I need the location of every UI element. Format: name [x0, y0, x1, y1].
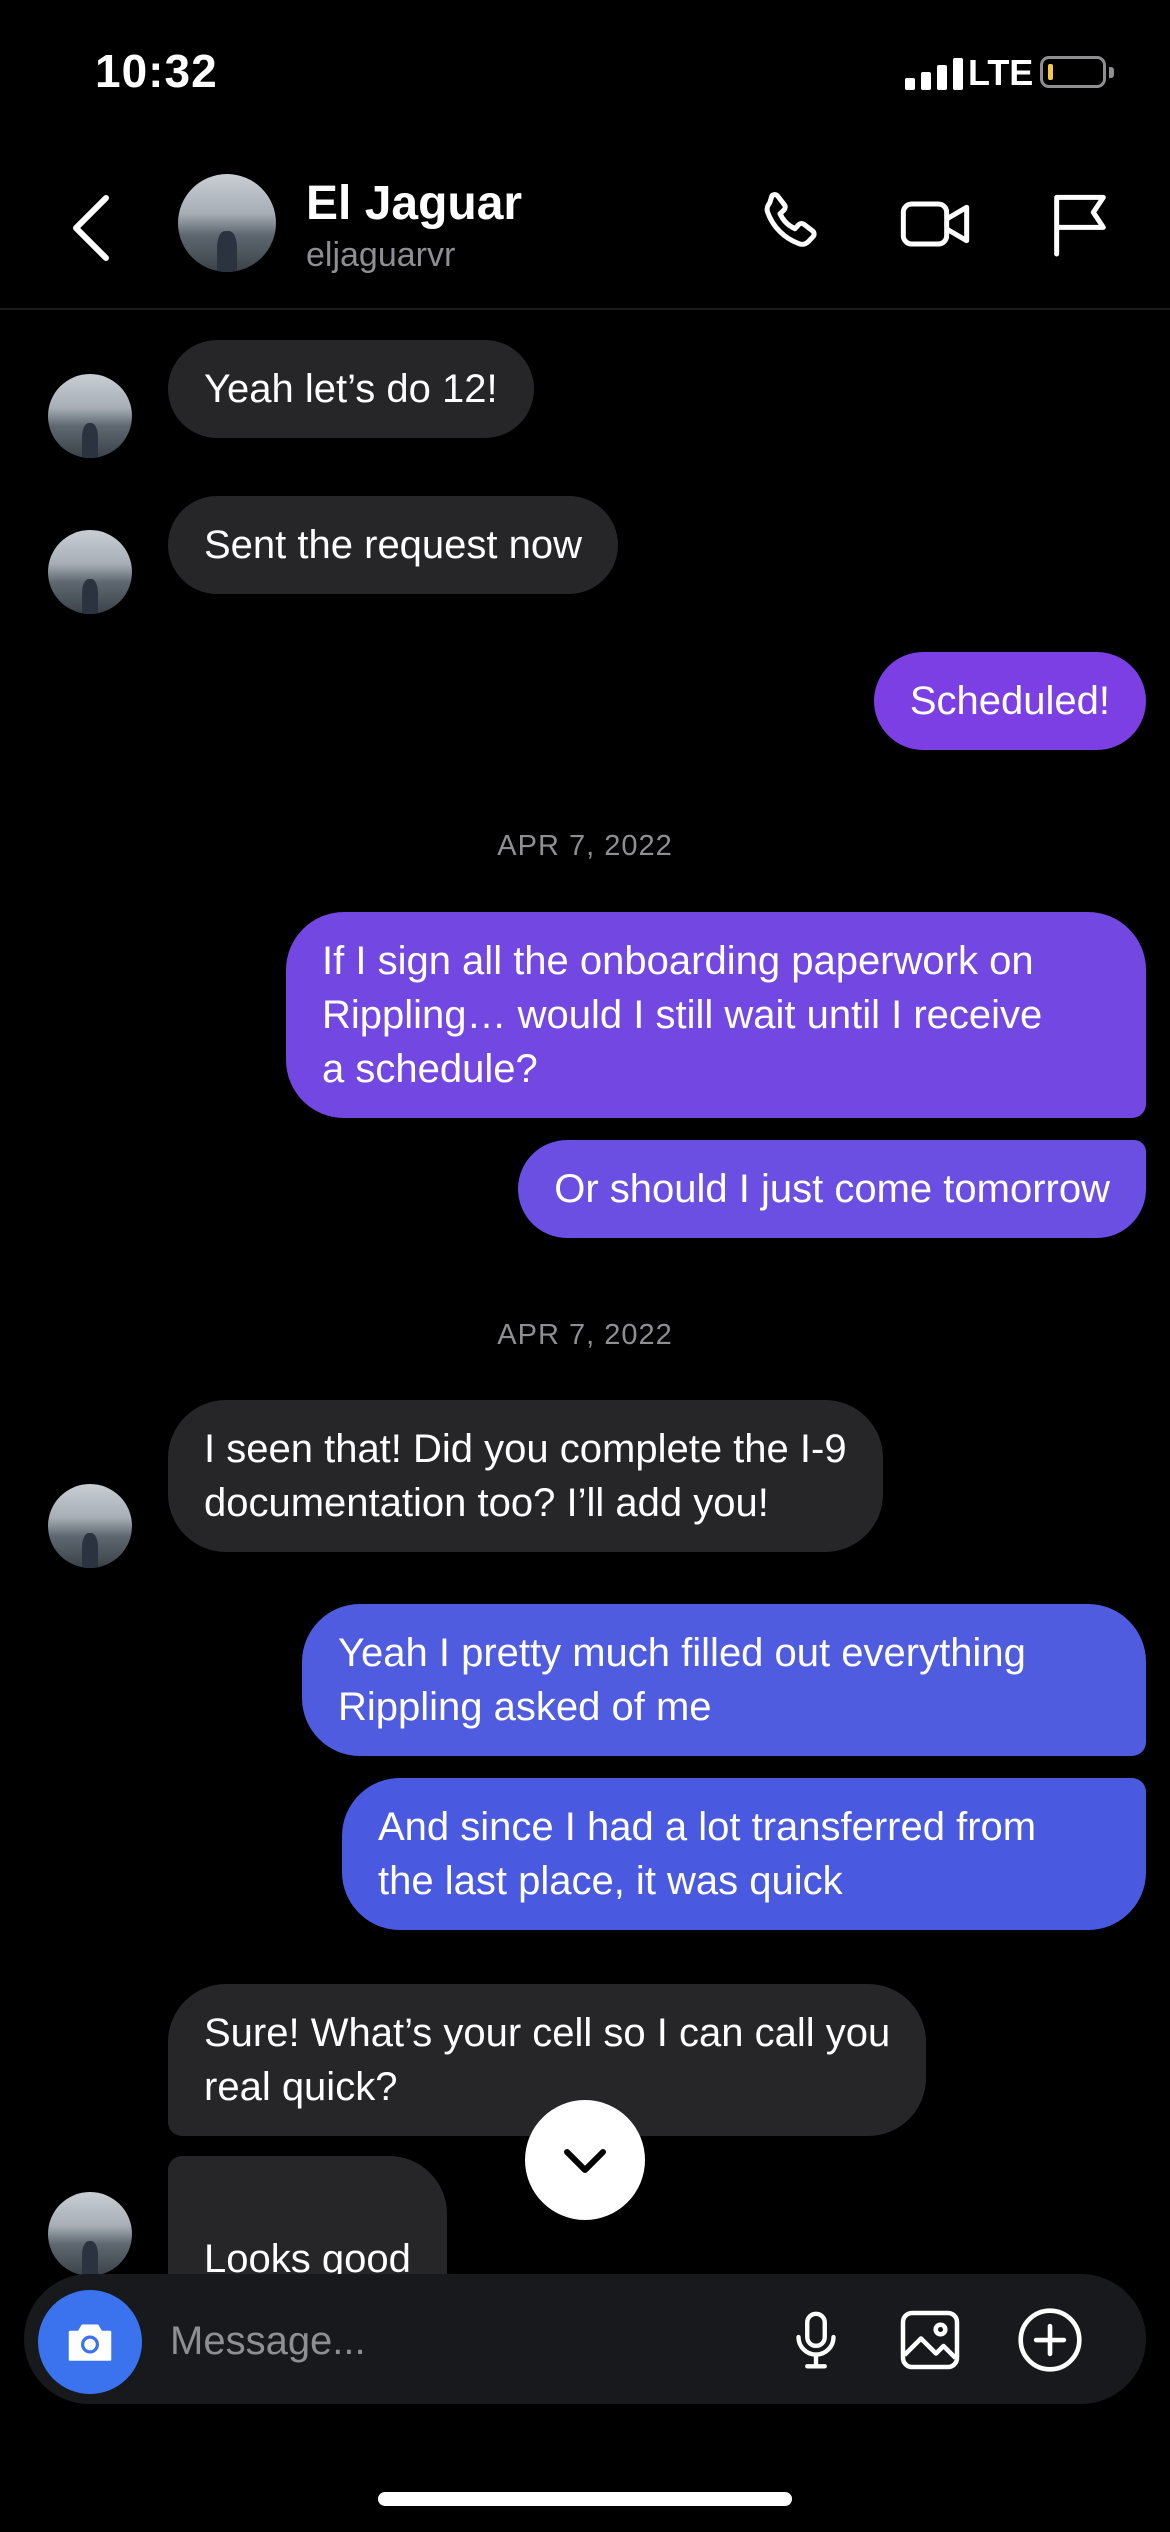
- incoming-message[interactable]: Sent the request now: [168, 496, 619, 594]
- contact-username: eljaguarvr: [306, 236, 456, 274]
- status-bar: 10:32 LTE: [0, 0, 1170, 150]
- date-separator: APR 7, 2022: [497, 830, 673, 862]
- status-time: 10:32: [95, 45, 218, 97]
- battery-icon: [1040, 56, 1114, 88]
- outgoing-message[interactable]: Yeah I pretty much filled out everything…: [302, 1604, 1146, 1756]
- outgoing-message[interactable]: If I sign all the onboarding paperwork o…: [286, 912, 1146, 1118]
- back-chevron-icon[interactable]: [62, 188, 122, 268]
- camera-button[interactable]: [38, 2290, 142, 2394]
- plus-circle-icon[interactable]: [1008, 2298, 1092, 2382]
- network-label: LTE: [968, 52, 1034, 93]
- contact-name[interactable]: El Jaguar: [306, 176, 522, 231]
- outgoing-message[interactable]: Or should I just come tomorrow: [518, 1140, 1146, 1238]
- signal-icon: [905, 58, 963, 90]
- contact-avatar[interactable]: [178, 174, 276, 272]
- incoming-message[interactable]: I seen that! Did you complete the I-9 do…: [168, 1400, 883, 1552]
- camera-icon: [68, 2324, 112, 2361]
- outgoing-message[interactable]: Scheduled!: [873, 652, 1146, 750]
- message-list[interactable]: Yeah let’s do 12! Sent the request now S…: [0, 310, 1170, 2362]
- avatar[interactable]: [48, 2192, 132, 2276]
- flag-icon[interactable]: [1040, 184, 1120, 264]
- avatar[interactable]: [48, 374, 132, 458]
- outgoing-message[interactable]: And since I had a lot transferred from t…: [342, 1778, 1146, 1930]
- date-separator: APR 7, 2022: [497, 1319, 673, 1351]
- chevron-down-icon: [564, 2149, 606, 2173]
- phone-icon[interactable]: [750, 184, 830, 264]
- video-camera-icon[interactable]: [895, 184, 975, 264]
- image-icon[interactable]: [888, 2298, 972, 2382]
- scroll-to-bottom-button[interactable]: [525, 2100, 645, 2220]
- avatar[interactable]: [48, 1484, 132, 1568]
- microphone-icon[interactable]: [774, 2298, 858, 2382]
- message-input[interactable]: [168, 2300, 752, 2382]
- home-indicator[interactable]: [378, 2492, 792, 2506]
- chat-header: El Jaguar eljaguarvr: [0, 150, 1170, 310]
- avatar[interactable]: [48, 530, 132, 614]
- incoming-message[interactable]: Yeah let’s do 12!: [168, 340, 534, 438]
